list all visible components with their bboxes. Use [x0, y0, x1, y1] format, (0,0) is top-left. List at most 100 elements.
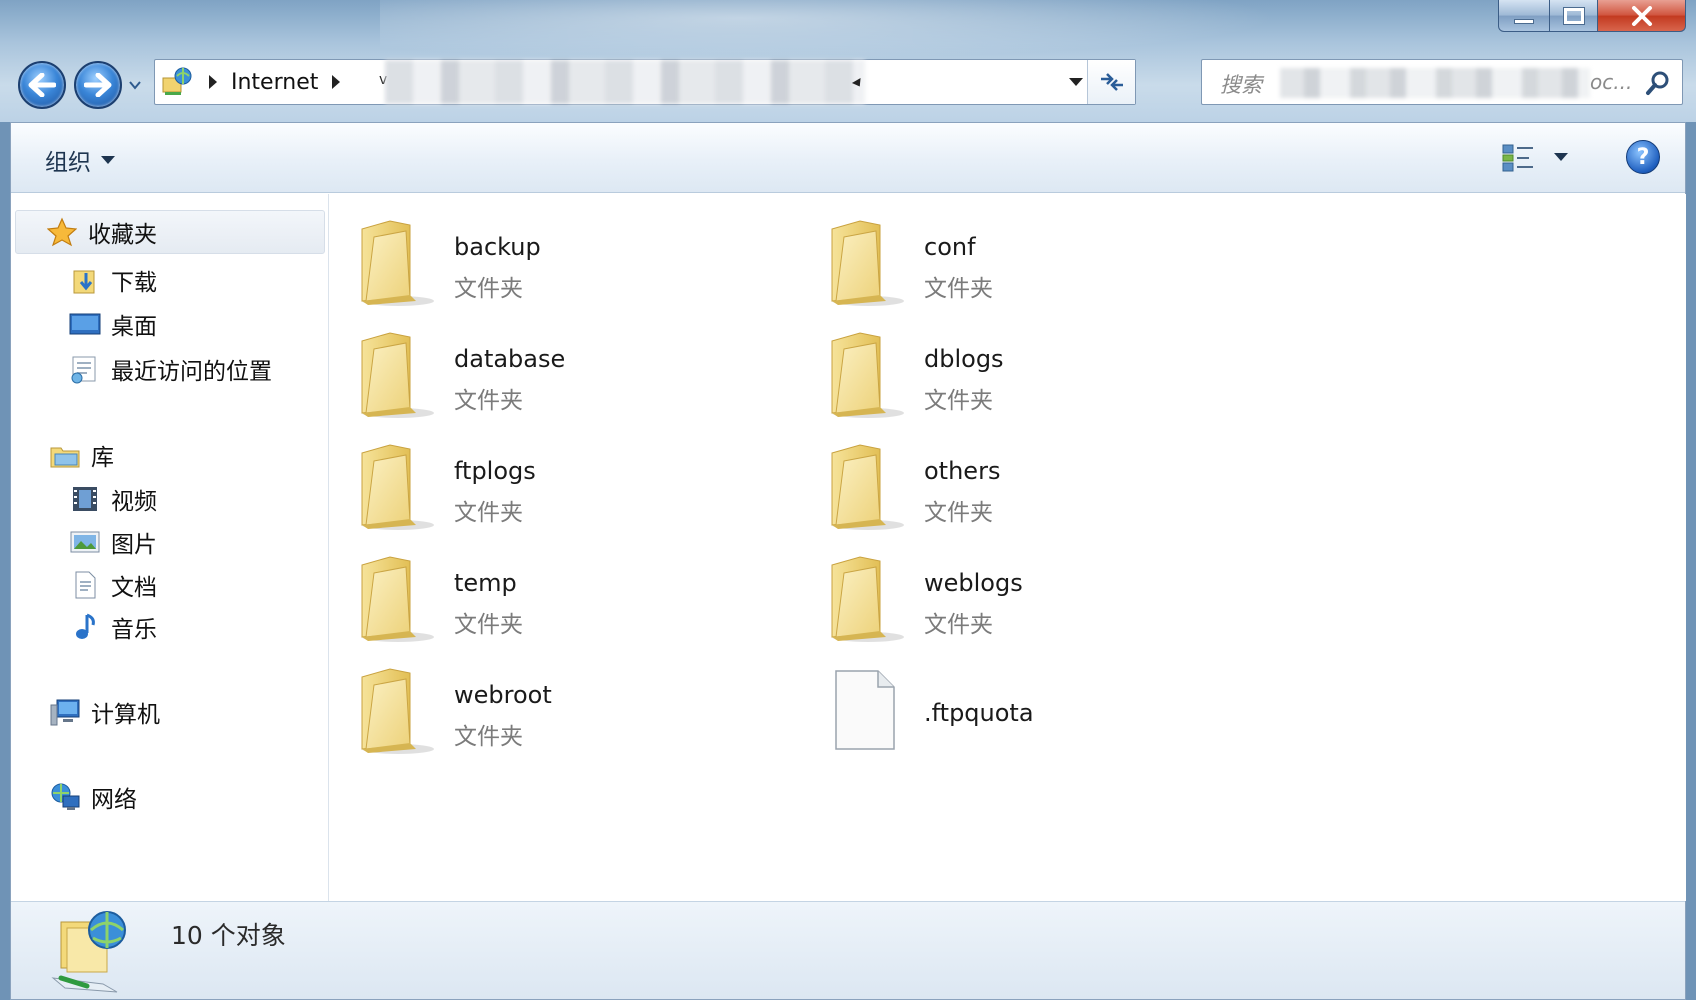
video-icon [69, 483, 101, 515]
window-chrome: Internet v 搜索 oc... [0, 0, 1696, 122]
file-type: 文件夹 [454, 500, 523, 526]
minimize-icon [1514, 19, 1534, 24]
folder-icon [831, 556, 904, 642]
folder-icon [361, 556, 434, 642]
search-icon[interactable] [1644, 69, 1672, 97]
folder-icon [831, 220, 904, 306]
folder-icon [831, 444, 904, 530]
maximize-icon [1562, 6, 1585, 25]
nav-item-favorites[interactable]: 收藏夹 [15, 210, 325, 254]
back-arrow-icon [28, 73, 56, 97]
file-name: weblogs [924, 569, 1023, 597]
file-name: dblogs [924, 345, 1004, 373]
file-name: backup [454, 233, 541, 261]
redacted-search-text [1280, 68, 1590, 98]
file-item-backup[interactable]: backup 文件夹 [330, 209, 800, 309]
forward-arrow-icon [84, 73, 112, 97]
file-name: conf [924, 233, 976, 261]
nav-item-music[interactable]: 音乐 [69, 607, 157, 647]
file-type: 文件夹 [924, 500, 993, 526]
nav-label: 收藏夹 [88, 222, 157, 248]
help-icon: ? [1636, 144, 1650, 170]
forward-button[interactable] [74, 61, 122, 109]
nav-label: 下载 [111, 270, 157, 296]
recent-pages-dropdown[interactable] [128, 78, 142, 92]
nav-label: 视频 [111, 489, 157, 515]
breadcrumb-separator[interactable] [332, 75, 341, 89]
help-button[interactable]: ? [1626, 140, 1660, 174]
address-dropdown-icon[interactable] [1069, 78, 1083, 86]
view-options-dropdown-icon[interactable] [1554, 153, 1568, 161]
nav-item-desktop[interactable]: 桌面 [69, 304, 157, 344]
nav-item-libraries[interactable]: 库 [49, 435, 114, 475]
redacted-address [385, 60, 865, 104]
nav-label: 文档 [111, 575, 157, 601]
nav-item-network[interactable]: 网络 [49, 777, 137, 817]
file-item-ftplogs[interactable]: ftplogs 文件夹 [330, 433, 800, 533]
downloads-folder-icon [69, 264, 101, 296]
file-item-database[interactable]: database 文件夹 [330, 321, 800, 421]
change-view-button[interactable] [1499, 143, 1539, 173]
nav-label: 库 [91, 445, 114, 471]
nav-item-documents[interactable]: 文档 [69, 565, 157, 605]
nav-item-recent-places[interactable]: 最近访问的位置 [69, 349, 272, 389]
file-name: database [454, 345, 566, 373]
recent-places-icon [69, 353, 101, 385]
file-type: 文件夹 [454, 724, 523, 750]
file-name: webroot [454, 681, 552, 709]
nav-label: 桌面 [111, 314, 157, 340]
chevron-down-icon [101, 156, 115, 164]
command-bar: 组织 ? [11, 123, 1685, 193]
close-button[interactable] [1598, 0, 1686, 32]
network-globe-icon [49, 781, 81, 813]
folder-icon [361, 220, 434, 306]
maximize-button[interactable] [1550, 0, 1598, 32]
organize-label: 组织 [45, 150, 91, 176]
nav-item-downloads[interactable]: 下载 [69, 260, 157, 300]
explorer-frame: 组织 ? 收藏夹 下载 桌面 最近访问的位置 库 视频 图片 文档 音乐 计算机… [10, 122, 1686, 1000]
nav-item-computer[interactable]: 计算机 [49, 692, 160, 732]
close-icon [1631, 5, 1652, 26]
folder-icon [831, 332, 904, 418]
file-name: ftplogs [454, 457, 536, 485]
file-name: .ftpquota [924, 699, 1034, 727]
refresh-button[interactable] [1087, 60, 1135, 104]
nav-label: 最近访问的位置 [111, 359, 272, 385]
file-item-dblogs[interactable]: dblogs 文件夹 [800, 321, 1270, 421]
file-item-temp[interactable]: temp 文件夹 [330, 545, 800, 645]
file-name: others [924, 457, 1001, 485]
network-folder-icon [51, 911, 126, 993]
refresh-icon [1100, 73, 1123, 91]
organize-button[interactable]: 组织 [45, 143, 115, 177]
navigation-pane: 收藏夹 下载 桌面 最近访问的位置 库 视频 图片 文档 音乐 计算机 网络 [11, 194, 329, 901]
breadcrumb-separator[interactable] [209, 75, 217, 89]
nav-label: 计算机 [91, 702, 160, 728]
search-placeholder: 搜索 [1220, 73, 1262, 97]
blank-file-icon [835, 670, 895, 750]
folder-icon [361, 668, 434, 754]
file-item-others[interactable]: others 文件夹 [800, 433, 1270, 533]
pictures-icon [69, 526, 101, 558]
nav-item-pictures[interactable]: 图片 [69, 522, 157, 562]
file-list: backup 文件夹 conf 文件夹 database 文件夹 dblogs … [330, 194, 1686, 901]
file-item-conf[interactable]: conf 文件夹 [800, 209, 1270, 309]
file-name: temp [454, 569, 517, 597]
breadcrumb-internet[interactable]: Internet [231, 70, 318, 95]
folder-icon [361, 444, 434, 530]
caption-buttons [1498, 0, 1686, 34]
back-button[interactable] [18, 61, 66, 109]
search-placeholder-tail: oc... [1590, 70, 1633, 94]
minimize-button[interactable] [1498, 0, 1550, 32]
file-type: 文件夹 [924, 276, 993, 302]
search-box[interactable]: 搜索 oc... [1201, 59, 1683, 105]
file-item-webroot[interactable]: webroot 文件夹 [330, 657, 800, 757]
computer-icon [49, 696, 81, 728]
nav-item-videos[interactable]: 视频 [69, 479, 157, 519]
details-pane: 10 个对象 [11, 901, 1685, 999]
star-icon [46, 216, 78, 248]
file-type: 文件夹 [924, 388, 993, 414]
file-item-weblogs[interactable]: weblogs 文件夹 [800, 545, 1270, 645]
libraries-icon [49, 439, 81, 471]
file-item-ftpquota[interactable]: .ftpquota [800, 657, 1270, 757]
address-bar[interactable]: Internet v [154, 59, 1136, 105]
